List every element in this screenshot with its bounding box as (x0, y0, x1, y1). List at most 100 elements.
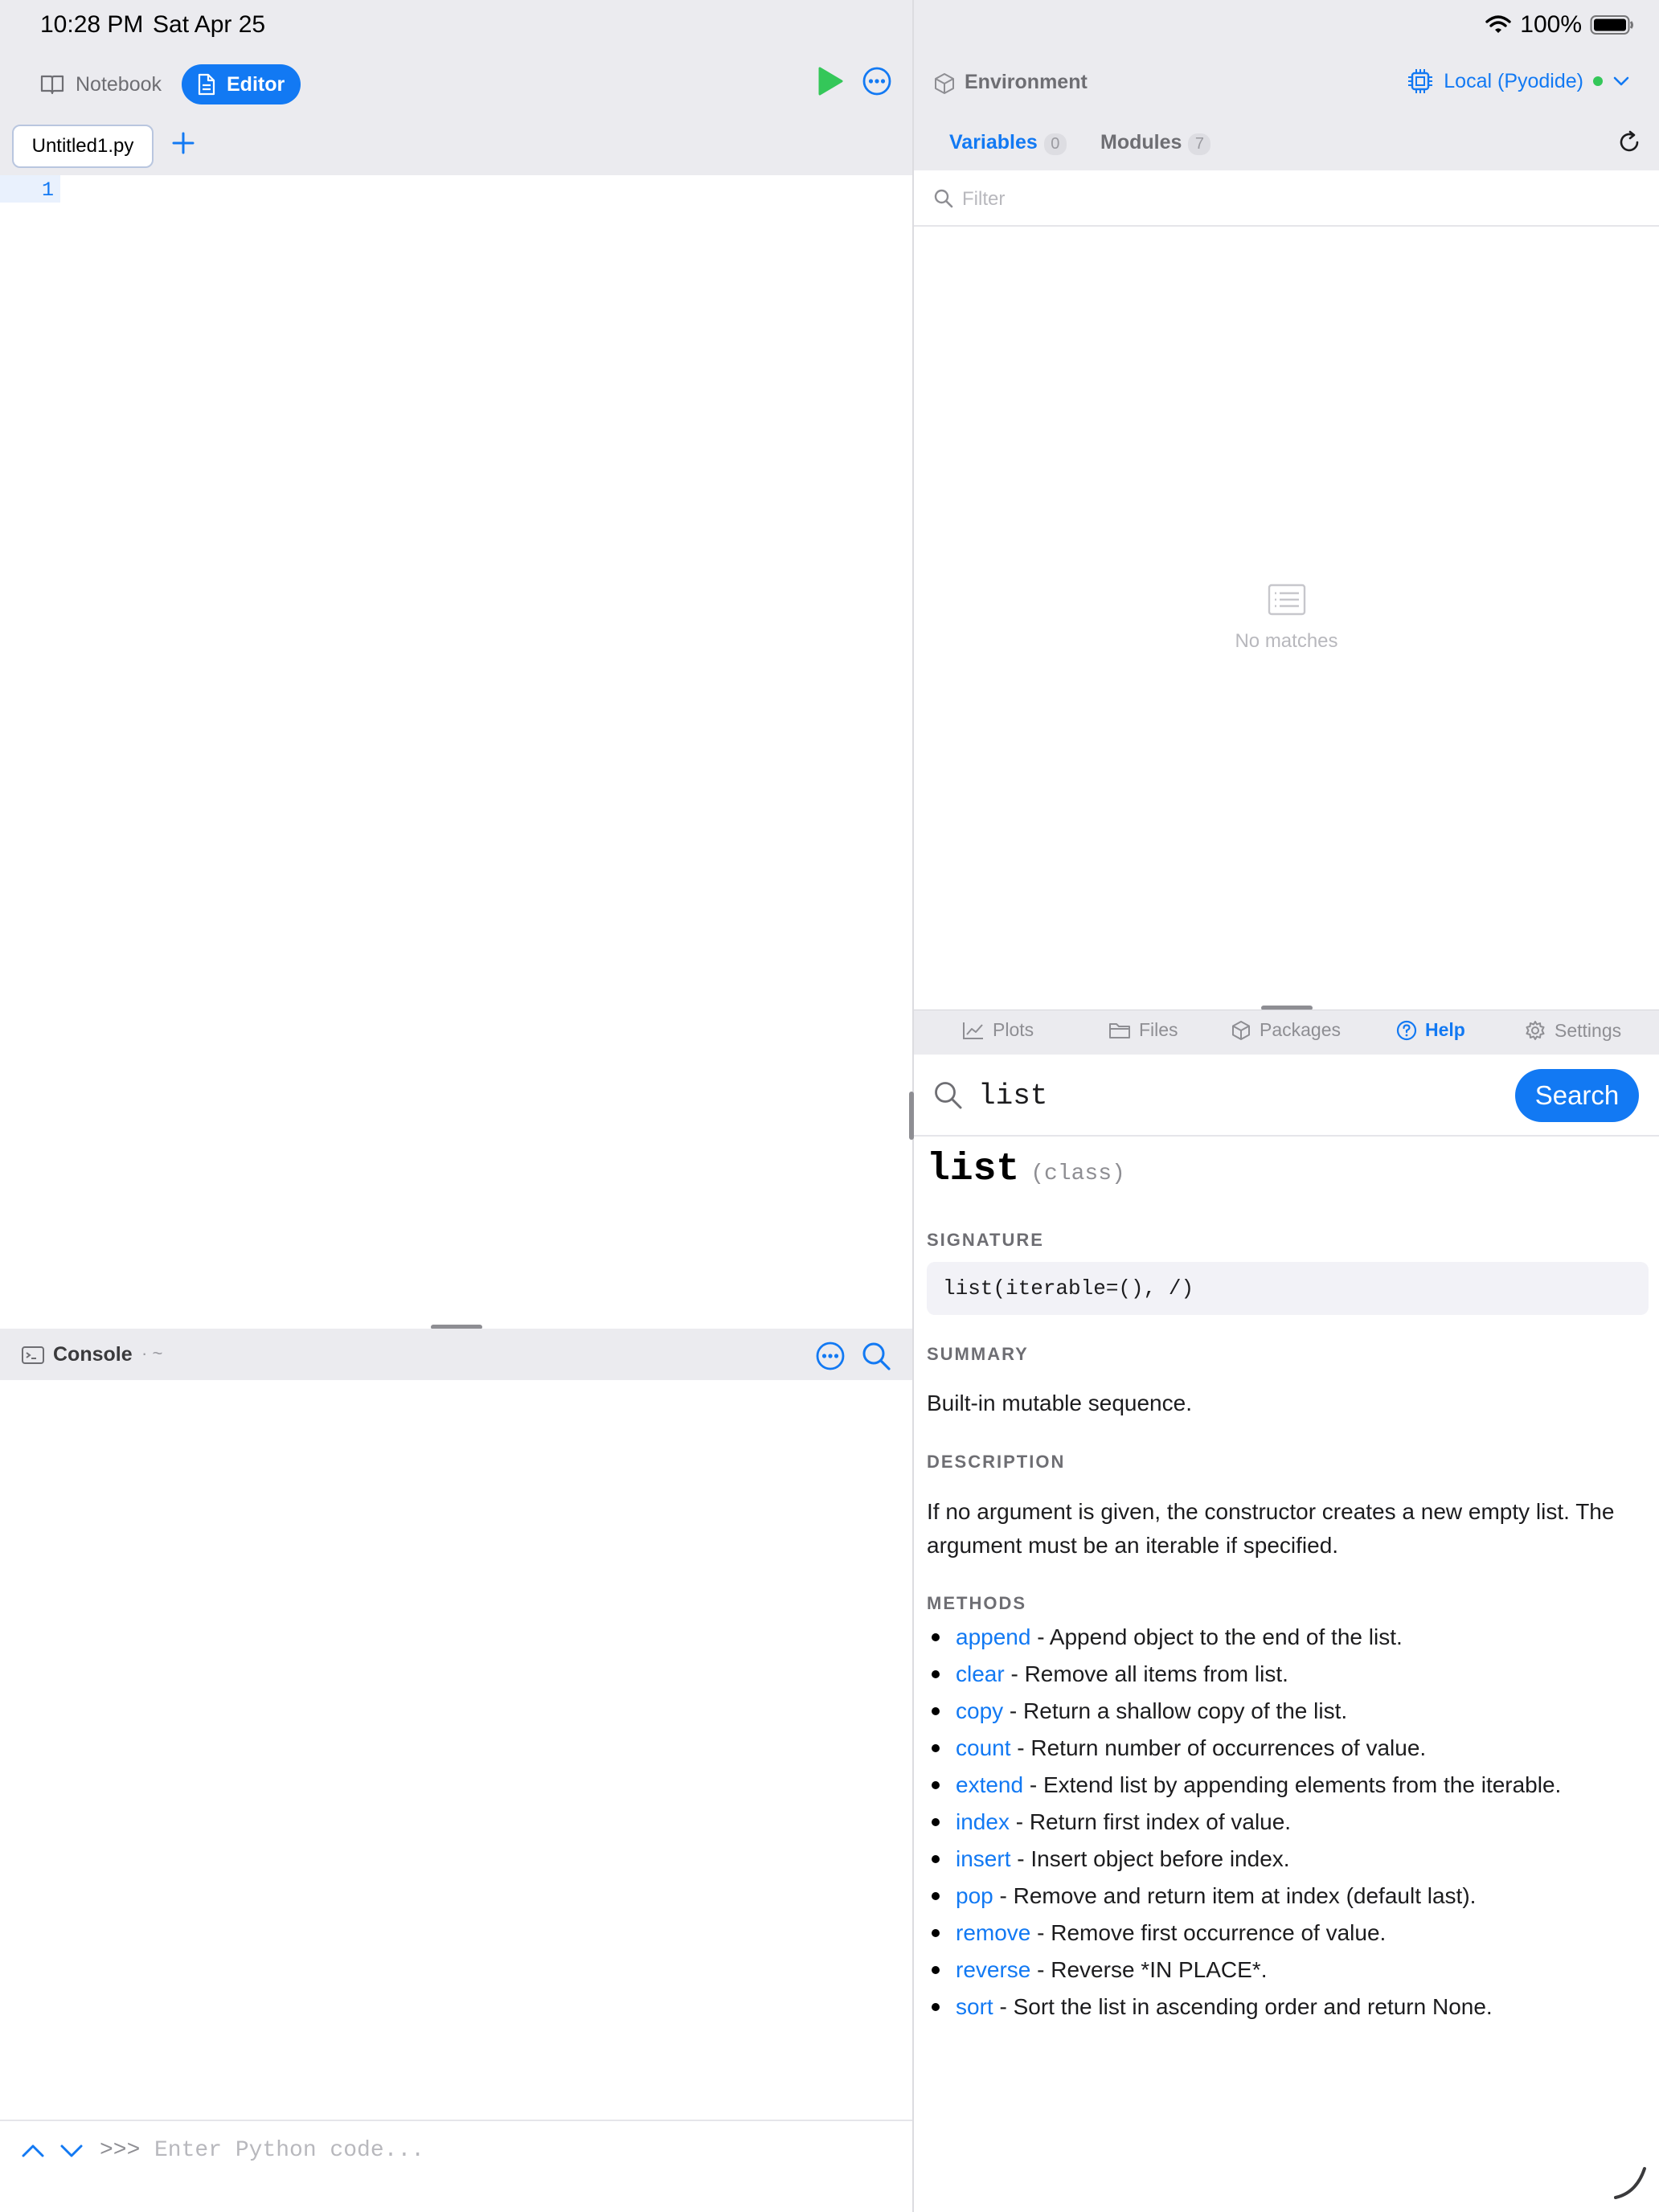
notebook-mode-label: Notebook (76, 72, 162, 96)
chevron-down-icon (1613, 76, 1629, 86)
notebook-mode-button[interactable]: Notebook (24, 64, 178, 104)
method-link[interactable]: sort (956, 1994, 993, 2019)
line-number: 1 (42, 178, 55, 202)
method-desc: - Return a shallow copy of the list. (1003, 1698, 1348, 1723)
description-label: DESCRIPTION (927, 1452, 1066, 1472)
variables-label: Variables (949, 131, 1038, 154)
list-item: extend - Extend list by appending elemen… (927, 1767, 1561, 1804)
method-link[interactable]: remove (956, 1920, 1030, 1945)
method-link[interactable]: pop (956, 1883, 993, 1908)
run-icon[interactable] (817, 66, 844, 96)
history-down-icon[interactable] (59, 2143, 84, 2159)
signature-label: SIGNATURE (927, 1230, 1044, 1250)
status-date: Sat Apr 25 (153, 11, 266, 38)
methods-list: append - Append object to the end of the… (927, 1619, 1561, 2026)
list-item: index - Return first index of value. (927, 1804, 1561, 1841)
console-path: · ~ (141, 1343, 163, 1363)
help-symbol-name: list (927, 1148, 1020, 1191)
list-item: append - Append object to the end of the… (927, 1619, 1561, 1656)
list-item: copy - Return a shallow copy of the list… (927, 1693, 1561, 1730)
modules-count: 7 (1188, 133, 1211, 155)
kernel-label: Local (Pyodide) (1444, 69, 1583, 92)
cube-icon (935, 73, 954, 94)
list-icon (1268, 584, 1306, 616)
method-link[interactable]: count (956, 1735, 1011, 1760)
method-link[interactable]: index (956, 1809, 1010, 1834)
method-link[interactable]: insert (956, 1846, 1010, 1871)
console-header (0, 1329, 912, 1380)
tab-modules[interactable]: Modules 7 (1100, 131, 1211, 155)
refresh-icon[interactable] (1617, 130, 1641, 154)
help-search-button[interactable]: Search (1515, 1069, 1639, 1122)
modules-label: Modules (1100, 131, 1182, 154)
cpu-icon (1408, 69, 1433, 93)
tab-plots[interactable]: Plots (962, 1019, 1034, 1041)
console-title: Console (53, 1343, 133, 1366)
methods-label: METHODS (927, 1593, 1026, 1613)
console-input[interactable]: Enter Python code... (154, 2138, 424, 2163)
tab-variables[interactable]: Variables 0 (949, 131, 1067, 155)
console-more-icon[interactable] (815, 1341, 846, 1371)
console-input-row (0, 2120, 912, 2212)
console-prompt: >>> (100, 2138, 141, 2163)
inspector-pane: 100% Environment Local (Pyodide) Variabl… (914, 0, 1659, 2212)
environment-title: Environment (965, 71, 1088, 93)
list-item: count - Return number of occurrences of … (927, 1730, 1561, 1767)
help-heading: list (class) (927, 1148, 1125, 1191)
empty-state-message: No matches (1235, 630, 1338, 652)
summary-text: Built-in mutable sequence. (927, 1391, 1192, 1415)
package-icon (1232, 1020, 1250, 1040)
code-area[interactable] (60, 175, 912, 1325)
tab-help[interactable]: Help (1396, 1019, 1465, 1041)
battery-percent: 100% (1520, 11, 1582, 38)
method-link[interactable]: copy (956, 1698, 1003, 1723)
method-desc: - Return first index of value. (1009, 1809, 1292, 1834)
list-item: insert - Insert object before index. (927, 1841, 1561, 1878)
method-desc: - Remove all items from list. (1004, 1661, 1288, 1686)
method-desc: - Extend list by appending elements from… (1023, 1772, 1562, 1797)
tab-settings[interactable]: Settings (1524, 1019, 1621, 1042)
battery-icon (1590, 15, 1633, 35)
book-icon (40, 75, 64, 95)
tab-packages[interactable]: Packages (1231, 1019, 1341, 1041)
method-desc: - Remove and return item at index (defau… (993, 1883, 1477, 1908)
variables-count: 0 (1043, 133, 1067, 155)
tab-files-label: Files (1139, 1019, 1178, 1040)
window-corner-handle[interactable] (1612, 2164, 1649, 2201)
filter-search-icon (934, 189, 953, 208)
method-desc: - Return number of occurrences of value. (1010, 1735, 1427, 1760)
kernel-selector[interactable]: Local (Pyodide) (1407, 68, 1630, 95)
file-tab[interactable]: Untitled1.py (12, 125, 154, 168)
status-time: 10:28 PM (40, 11, 144, 38)
filter-input[interactable] (962, 182, 1621, 217)
chart-icon (963, 1022, 983, 1039)
method-link[interactable]: append (956, 1624, 1030, 1649)
editor-mode-button[interactable]: Editor (182, 64, 301, 104)
editor-pane: 10:28 PM Sat Apr 25 Notebook Editor Unti… (0, 0, 912, 2212)
editor-mode-label: Editor (227, 72, 285, 96)
tab-packages-label: Packages (1260, 1019, 1342, 1040)
method-link[interactable]: reverse (956, 1957, 1030, 1982)
list-item: reverse - Reverse *IN PLACE*. (927, 1952, 1561, 1989)
list-item: remove - Remove first occurrence of valu… (927, 1915, 1561, 1952)
method-desc: - Remove first occurrence of value. (1030, 1920, 1387, 1945)
tab-files[interactable]: Files (1108, 1019, 1178, 1041)
document-icon (198, 73, 215, 96)
signature-code: list(iterable=(), /) (927, 1262, 1649, 1315)
console-search-icon[interactable] (861, 1341, 891, 1371)
more-options-icon[interactable] (862, 66, 892, 96)
summary-label: SUMMARY (927, 1344, 1029, 1364)
help-search-icon (935, 1082, 962, 1109)
help-search-input[interactable] (978, 1073, 1605, 1118)
terminal-icon (22, 1346, 44, 1364)
history-up-icon[interactable] (21, 2143, 45, 2159)
method-desc: - Append object to the end of the list. (1030, 1624, 1403, 1649)
method-link[interactable]: extend (956, 1772, 1023, 1797)
method-desc: - Sort the list in ascending order and r… (993, 1994, 1493, 2019)
list-item: clear - Remove all items from list. (927, 1656, 1561, 1693)
status-indicators: 100% (1485, 11, 1635, 39)
console-output (0, 1380, 912, 2118)
add-tab-icon[interactable] (171, 131, 195, 155)
method-link[interactable]: clear (956, 1661, 1005, 1686)
tab-help-label: Help (1425, 1019, 1465, 1040)
